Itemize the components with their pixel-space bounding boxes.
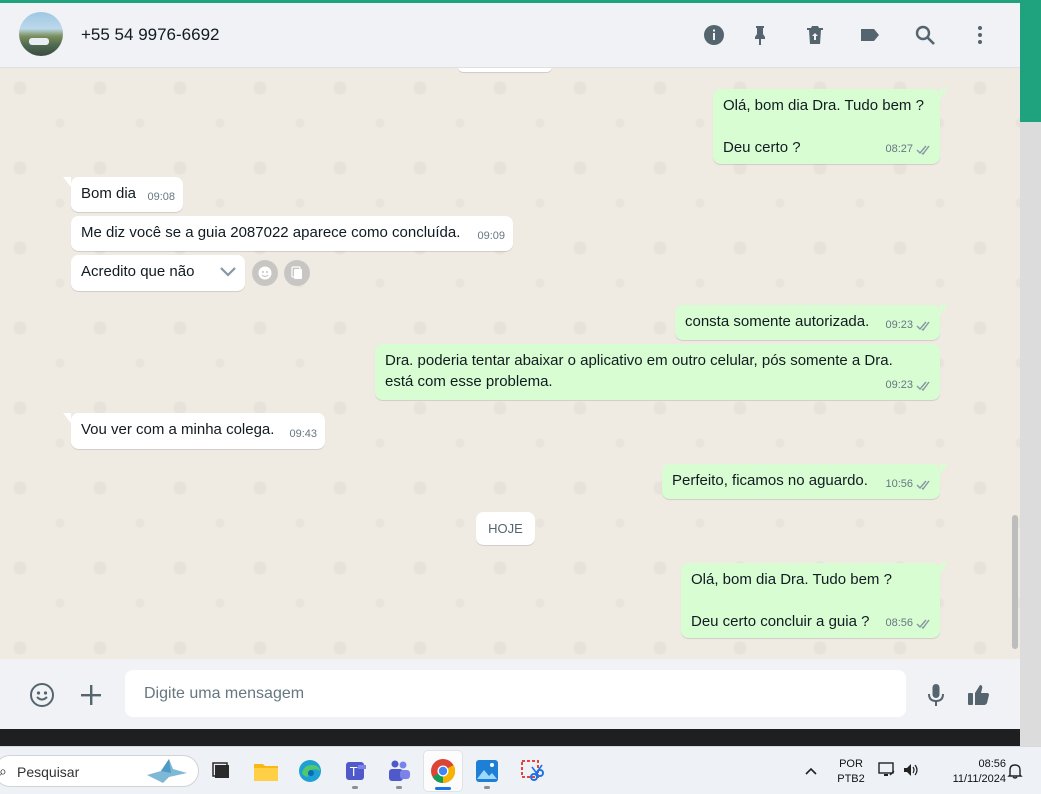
message-outgoing[interactable]: Olá, bom dia Dra. Tudo bem ? Deu certo ?… (713, 89, 948, 164)
delivered-ticks-icon (916, 145, 930, 155)
chat-scrollbar[interactable] (1012, 515, 1018, 649)
delivered-ticks-icon (916, 619, 930, 629)
clock[interactable]: 08:56 11/11/2024 (930, 757, 1006, 787)
pin-icon[interactable] (747, 22, 773, 48)
attach-plus-icon[interactable] (77, 681, 105, 709)
message-outgoing[interactable]: Perfeito, ficamos no aguardo. 10:56 (662, 464, 948, 499)
clock-date: 11/11/2024 (952, 773, 1006, 785)
message-incoming[interactable]: Bom dia 09:08 (63, 177, 183, 212)
contact-avatar[interactable] (19, 12, 63, 56)
volume-icon[interactable] (902, 762, 920, 783)
taskbar-search[interactable]: ⌕ Pesquisar (0, 755, 199, 787)
windows-taskbar: ⌕ Pesquisar T POR PTB2 08:56 11/11/2024 (0, 746, 1041, 794)
message-time: 09:23 (885, 319, 913, 331)
svg-text:T: T (349, 765, 358, 779)
delivered-ticks-icon (916, 480, 930, 490)
clock-time: 08:56 (978, 758, 1006, 770)
chrome-icon[interactable] (424, 751, 462, 791)
date-chip: HOJE (476, 512, 535, 545)
info-icon[interactable] (701, 22, 727, 48)
keyboard-layout: PTB2 (837, 773, 865, 785)
microphone-icon[interactable] (922, 681, 950, 709)
message-incoming[interactable]: Me diz você se a guia 2087022 aparece co… (71, 216, 513, 251)
more-vert-icon[interactable] (967, 22, 993, 48)
snipping-tool-icon[interactable] (518, 757, 546, 785)
notifications-bell-icon[interactable] (1007, 762, 1023, 785)
forward-copy-icon[interactable] (284, 260, 310, 286)
message-text: Acredito que não (81, 263, 195, 280)
trash-icon[interactable] (802, 22, 828, 48)
message-time: 09:43 (289, 428, 317, 440)
background-accent (1020, 0, 1041, 122)
whatsapp-window: +55 54 9976-6692 Olá, bom dia Dra. Tudo … (0, 3, 1020, 729)
message-outgoing[interactable]: consta somente autorizada. 09:23 (675, 305, 948, 340)
tray-overflow-chevron-icon[interactable] (804, 763, 818, 781)
file-explorer-icon[interactable] (252, 757, 280, 785)
message-time: 10:56 (885, 478, 913, 490)
search-icon: ⌕ (0, 763, 7, 779)
message-incoming[interactable]: Vou ver com a minha colega. 09:43 (63, 413, 325, 449)
message-text: Me diz você se a guia 2087022 aparece co… (81, 224, 461, 241)
message-incoming-hovered[interactable]: Acredito que não (71, 255, 245, 291)
edge-browser-icon[interactable] (296, 757, 324, 785)
message-time: 09:23 (885, 379, 913, 391)
react-emoji-icon[interactable] (252, 260, 278, 286)
teams-icon[interactable] (385, 757, 413, 789)
delivered-ticks-icon (916, 381, 930, 391)
message-outgoing[interactable]: Dra. poderia tentar abaixar o aplicativo… (375, 344, 940, 400)
keyboard-language[interactable]: POR PTB2 (834, 757, 868, 787)
delivered-ticks-icon (916, 321, 930, 331)
message-list[interactable]: Olá, bom dia Dra. Tudo bem ? Deu certo ?… (0, 68, 1020, 659)
search-highlight-bird-icon (147, 759, 187, 783)
label-icon[interactable] (857, 22, 883, 48)
thumbs-up-icon[interactable] (965, 681, 993, 709)
message-time: 08:56 (885, 617, 913, 629)
message-composer (0, 659, 1020, 729)
message-text: Vou ver com a minha colega. (81, 421, 275, 438)
previous-message-stub (458, 68, 552, 72)
teams-classic-icon[interactable]: T (341, 757, 369, 789)
background-window-edge (1020, 0, 1041, 746)
contact-name[interactable]: +55 54 9976-6692 (81, 25, 220, 45)
message-outgoing[interactable]: Olá, bom dia Dra. Tudo bem ? Deu certo c… (681, 563, 948, 638)
chat-header: +55 54 9976-6692 (0, 3, 1020, 68)
message-input[interactable] (125, 670, 906, 717)
search-icon[interactable] (912, 22, 938, 48)
message-time: 09:08 (147, 191, 175, 203)
message-time: 08:27 (885, 143, 913, 155)
message-time: 09:09 (477, 230, 505, 242)
emoji-icon[interactable] (28, 681, 56, 709)
language-code: POR (839, 758, 863, 770)
photos-icon[interactable] (473, 757, 501, 789)
message-menu-chevron-icon[interactable] (219, 264, 237, 285)
network-icon[interactable] (878, 762, 896, 783)
message-text: Dra. poderia tentar abaixar o aplicativo… (385, 352, 893, 390)
task-view-icon[interactable] (207, 757, 235, 785)
taskbar-search-label: Pesquisar (17, 764, 80, 780)
